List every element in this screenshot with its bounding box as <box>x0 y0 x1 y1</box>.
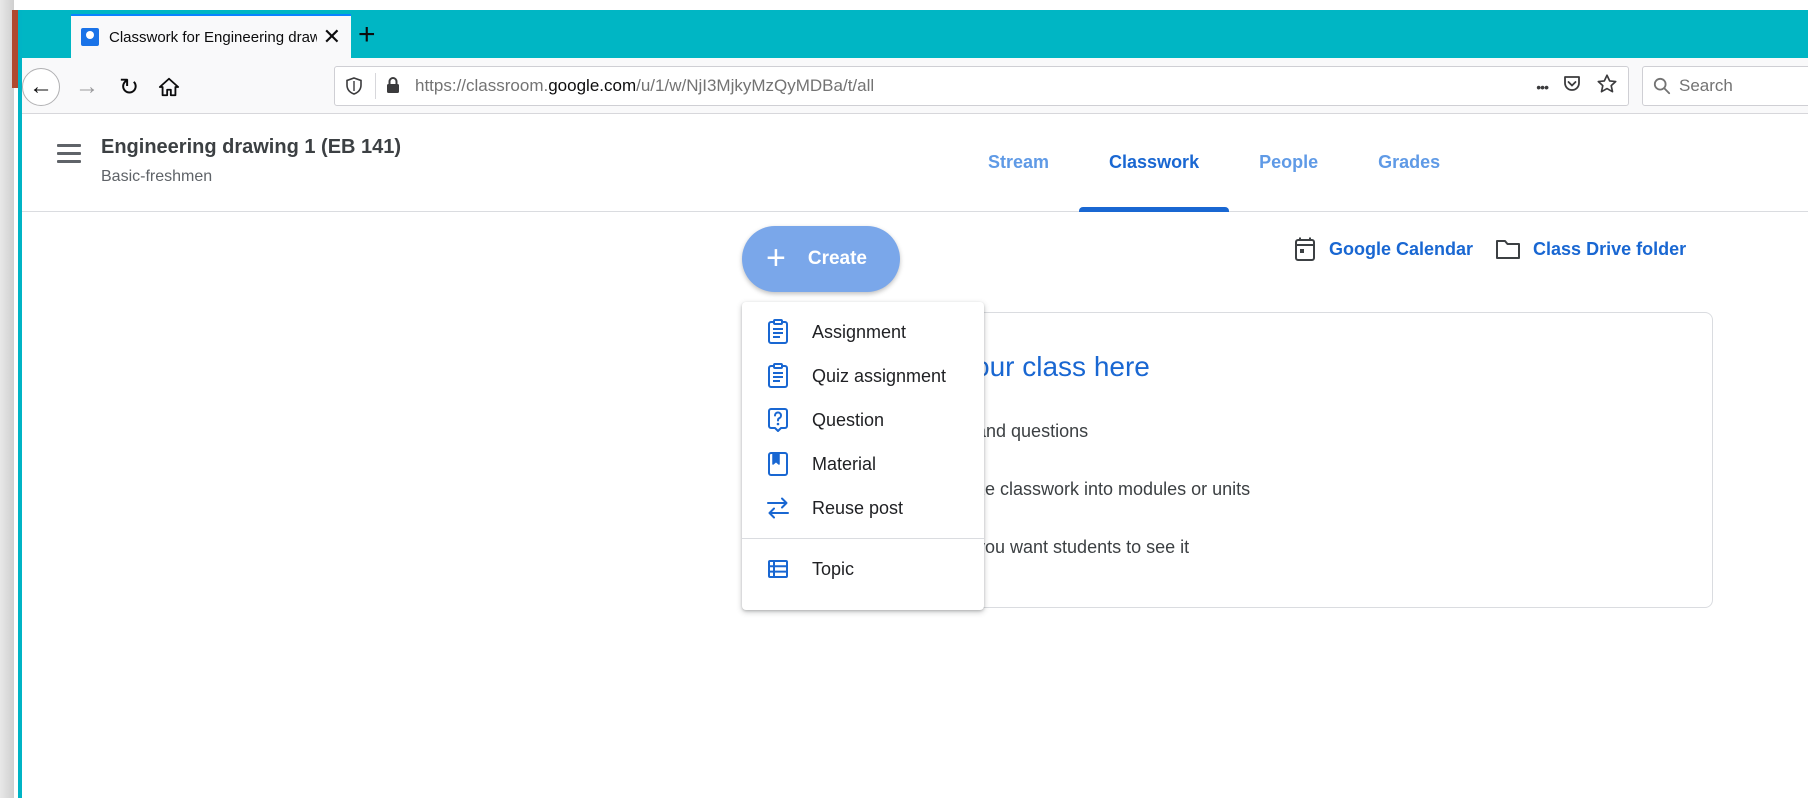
url-host: google.com <box>548 76 637 95</box>
screenshot-frame: Classwork for Engineering drawing 1 (EB … <box>0 0 1808 798</box>
url-prefix: https://classroom. <box>415 76 549 95</box>
tab-grades[interactable]: Grades <box>1348 114 1470 211</box>
menu-item-reuse-post[interactable]: Reuse post <box>742 486 984 530</box>
forward-button[interactable]: → <box>68 68 106 106</box>
menu-item-label: Quiz assignment <box>812 365 947 386</box>
search-icon <box>1653 77 1671 95</box>
quiz-assignment-icon <box>766 362 790 390</box>
classroom-favicon-icon <box>81 28 99 46</box>
tab-people[interactable]: People <box>1229 114 1348 211</box>
reload-icon: ↻ <box>118 73 140 101</box>
google-calendar-link[interactable]: Google Calendar <box>1293 236 1473 262</box>
menu-item-label: Reuse post <box>812 497 904 518</box>
bookmark-star-icon[interactable] <box>1596 73 1618 101</box>
main-menu-icon[interactable] <box>54 138 84 168</box>
empty-state-line: you want students to see it <box>976 537 1190 557</box>
home-icon <box>158 77 180 97</box>
empty-state-heading: our class here <box>974 351 1150 382</box>
folder-icon <box>1496 240 1521 259</box>
class-section: Basic-freshmen <box>101 168 213 185</box>
tab-strip: Classwork for Engineering drawing 1 (EB … <box>18 10 1808 58</box>
assignment-icon <box>766 318 790 346</box>
class-drive-folder-link[interactable]: Class Drive folder <box>1495 238 1686 260</box>
back-button[interactable]: ← <box>22 68 60 106</box>
back-arrow-icon: ← <box>29 73 53 100</box>
menu-item-label: Material <box>812 453 877 474</box>
calendar-icon <box>1295 237 1315 261</box>
browser-window: Classwork for Engineering drawing 1 (EB … <box>18 10 1808 798</box>
classwork-links: Google Calendar Class Drive folder <box>1293 236 1708 262</box>
home-button[interactable] <box>150 68 188 106</box>
menu-item-label: Topic <box>812 558 855 579</box>
create-label: Create <box>807 248 868 269</box>
new-tab-icon[interactable]: + <box>358 20 376 50</box>
tab-close-icon[interactable]: ✕ <box>323 26 341 48</box>
google-calendar-label: Google Calendar <box>1329 238 1474 259</box>
reload-button[interactable]: ↻ <box>110 68 148 106</box>
page-actions-menu-icon[interactable]: ••• <box>1536 79 1549 95</box>
frame-edge <box>0 0 14 798</box>
search-box[interactable] <box>1642 66 1808 106</box>
tab-classwork[interactable]: Classwork <box>1079 114 1230 212</box>
empty-state-card: our class here and questions ze classwor… <box>868 312 1713 608</box>
class-title[interactable]: Engineering drawing 1 (EB 141) <box>101 136 401 159</box>
menu-item-label: Question <box>812 409 885 430</box>
class-drive-folder-label: Class Drive folder <box>1533 238 1687 259</box>
lock-icon[interactable] <box>385 76 403 96</box>
question-icon <box>766 406 790 434</box>
material-icon <box>766 450 790 478</box>
address-bar[interactable]: https://classroom.google.com/u/1/w/NjI3M… <box>334 66 1629 106</box>
classroom-header: Engineering drawing 1 (EB 141) Basic-fre… <box>18 114 1808 212</box>
tab-stream[interactable]: Stream <box>958 114 1079 211</box>
plus-icon: + <box>766 238 786 277</box>
url-actions: ••• <box>1536 73 1618 101</box>
menu-item-topic[interactable]: Topic <box>742 547 984 591</box>
menu-item-assignment[interactable]: Assignment <box>742 310 984 354</box>
menu-item-label: Assignment <box>812 321 907 342</box>
reuse-post-icon <box>766 494 790 522</box>
empty-state-line: ze classwork into modules or units <box>976 479 1251 499</box>
url-path: /u/1/w/NjI3MjkyMzQyMDBa/t/all <box>636 76 875 95</box>
create-button[interactable]: + Create <box>742 226 900 292</box>
navigation-toolbar: ← → ↻ https://classroom.google.com/u/1/w… <box>18 58 1808 114</box>
forward-arrow-icon: → <box>75 73 99 100</box>
search-input[interactable] <box>1679 76 1799 96</box>
pocket-icon[interactable] <box>1562 74 1582 100</box>
address-separator <box>375 73 376 99</box>
menu-item-question[interactable]: Question <box>742 398 984 442</box>
class-tabs: Stream Classwork People Grades <box>958 114 1470 212</box>
window-border <box>18 10 22 798</box>
menu-item-quiz-assignment[interactable]: Quiz assignment <box>742 354 984 398</box>
empty-state-line: and questions <box>976 421 1089 441</box>
topic-icon <box>766 555 790 583</box>
url-text: https://classroom.google.com/u/1/w/NjI3M… <box>415 76 874 96</box>
tracking-protection-shield-icon[interactable] <box>345 76 363 96</box>
menu-divider <box>742 538 984 539</box>
menu-item-material[interactable]: Material <box>742 442 984 486</box>
browser-tab-classwork[interactable]: Classwork for Engineering drawing 1 (EB … <box>71 14 351 58</box>
tab-title: Classwork for Engineering drawing 1 (EB … <box>109 28 317 46</box>
create-menu: Assignment Quiz assignment Question Mate… <box>742 302 984 610</box>
